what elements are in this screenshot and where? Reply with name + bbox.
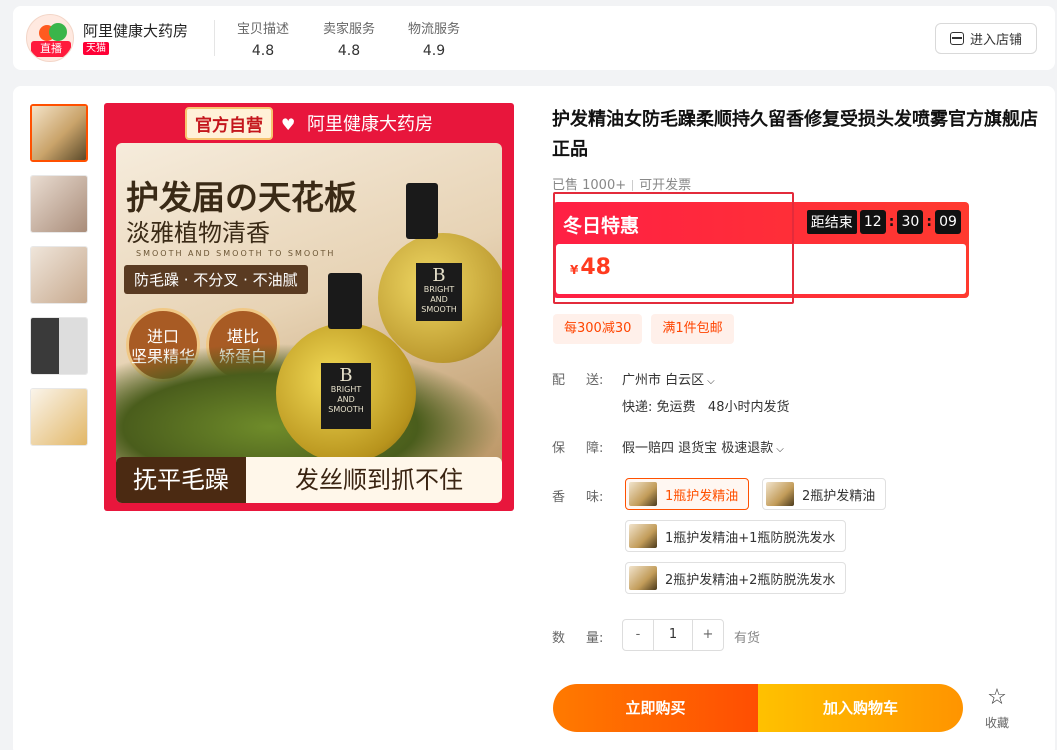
guarantee-value[interactable]: 假一赔四 退货宝 极速退款 ⌵ [622,437,784,456]
product-card: 官方自营 ♥ 阿里健康大药房 护发届の天花板 淡雅植物清香 SMOOTH AND… [13,86,1055,750]
live-badge[interactable]: 直播 [31,41,71,57]
score-label: 宝贝描述 [236,22,289,37]
add-to-cart-button[interactable]: 加入购物车 [758,684,963,732]
hero-bottom-left: 抚平毛躁 [116,457,246,503]
coupon-free-shipping[interactable]: 满1件包邮 [651,314,734,344]
shipping-fee: 快递: 免运费 [622,400,696,415]
stock-status: 有货 [734,631,761,646]
guarantee-label: 保障: [552,441,604,456]
thumbnail-list [30,104,90,459]
score-logistics: 物流服务 4.9 [394,18,474,59]
quantity-stepper: - 1 + [622,619,724,651]
hero-bottom-right: 发丝顺到抓不住 [295,466,463,494]
scent-option-1[interactable]: 1瓶护发精油 [625,478,750,510]
score-service: 卖家服务 4.8 [309,18,389,59]
hero-shop-name: 阿里健康大药房 [307,114,433,135]
buy-now-button[interactable]: 立即购买 [553,684,758,732]
hero-english: SMOOTH AND SMOOTH TO SMOOTH [136,249,336,258]
thumbnail-2[interactable] [30,175,88,233]
ship-time: 48小时内发货 [707,400,790,415]
heart-icon: ♥ [281,115,296,134]
thumbnail-4[interactable] [30,317,88,375]
option-thumbnail [629,482,657,506]
score-label: 卖家服务 [322,22,375,37]
shop-header: 直播 阿里健康大药房 天猫 宝贝描述 4.8 卖家服务 4.8 物流服务 4.9… [13,6,1055,70]
option-thumbnail [629,566,657,590]
quantity-label: 数量: [552,631,604,646]
countdown: 距结束 12 : 30 : 09 [806,210,961,234]
score-description: 宝贝描述 4.8 [223,18,303,59]
store-icon [949,32,964,45]
hero-bottom-banner: 抚平毛躁 发丝顺到抓不住 [116,457,502,503]
countdown-minutes: 30 [897,210,924,234]
enter-store-label: 进入店铺 [969,33,1022,48]
score-label: 物流服务 [407,22,460,37]
scent-option-2[interactable]: 2瓶护发精油 [762,478,887,510]
score-value: 4.9 [422,43,446,59]
star-icon: ☆ [987,685,1007,710]
header-divider [214,20,215,56]
bottle-cap [328,273,362,329]
bottle-letter: B [432,265,446,286]
bottle-cap [406,183,438,239]
shop-name[interactable]: 阿里健康大药房 [83,20,188,41]
hero-title: 护发届の天花板 [126,178,357,217]
bottle-label: B BRIGHT AND SMOOTH [321,363,371,429]
score-value: 4.8 [251,43,275,59]
hero-artwork: 护发届の天花板 淡雅植物清香 SMOOTH AND SMOOTH TO SMOO… [116,143,502,501]
enter-store-button[interactable]: 进入店铺 [935,23,1037,54]
countdown-hours: 12 [859,210,886,234]
delivery-label: 配送: [552,373,604,388]
sold-count: 已售 1000+ [552,178,627,193]
countdown-seconds: 09 [935,210,961,234]
chevron-down-icon: ⌵ [707,376,715,387]
bottle-letter: B [339,365,353,386]
favorite-label: 收藏 [984,716,1009,730]
increase-button[interactable]: + [693,620,723,650]
hero-subtitle: 淡雅植物清香 [126,219,270,247]
scent-option-4[interactable]: 2瓶护发精油+2瓶防脱洗发水 [625,562,847,594]
coupon-list: 每300减30 满1件包邮 [553,314,734,344]
highlight-frame [553,192,794,304]
thumbnail-5[interactable] [30,388,88,446]
chevron-down-icon: ⌵ [776,444,784,455]
sales-info: 已售 1000+ 可开发票 [552,174,691,193]
shop-logo[interactable]: 直播 [26,14,74,62]
logo-shape-green [49,23,67,41]
decrease-button[interactable]: - [623,620,653,650]
bottle-label: B BRIGHT AND SMOOTH [416,263,462,321]
hero-tags: 防毛躁 · 不分叉 · 不油腻 [124,265,308,294]
option-thumbnail [629,524,657,548]
favorite-button[interactable]: ☆ 收藏 [981,686,1013,731]
hero-banner: 官方自营 ♥ 阿里健康大药房 [104,103,514,143]
score-value: 4.8 [337,43,361,59]
product-title: 护发精油女防毛躁柔顺持久留香修复受损头发喷雾官方旗舰店正品 [552,109,1038,160]
quantity-input[interactable]: 1 [653,620,693,650]
thumbnail-3[interactable] [30,246,88,304]
option-thumbnail [766,482,794,506]
delivery-location[interactable]: 广州市 白云区 ⌵ [622,369,715,388]
official-badge: 官方自营 [185,106,273,140]
bottle-text: BRIGHT AND SMOOTH [328,385,364,414]
scent-label: 香味: [552,490,604,505]
invoice-note: 可开发票 [639,178,692,193]
shipping-info: 快递: 免运费 48小时内发货 [622,396,789,415]
thumbnail-1[interactable] [30,104,88,162]
bottle-text: BRIGHT AND SMOOTH [421,285,457,314]
tmall-badge: 天猫 [83,42,109,55]
scent-option-3[interactable]: 1瓶护发精油+1瓶防脱洗发水 [625,520,847,552]
main-product-image[interactable]: 官方自营 ♥ 阿里健康大药房 护发届の天花板 淡雅植物清香 SMOOTH AND… [104,103,514,511]
coupon-discount[interactable]: 每300减30 [553,314,643,344]
countdown-label: 距结束 [806,210,857,234]
